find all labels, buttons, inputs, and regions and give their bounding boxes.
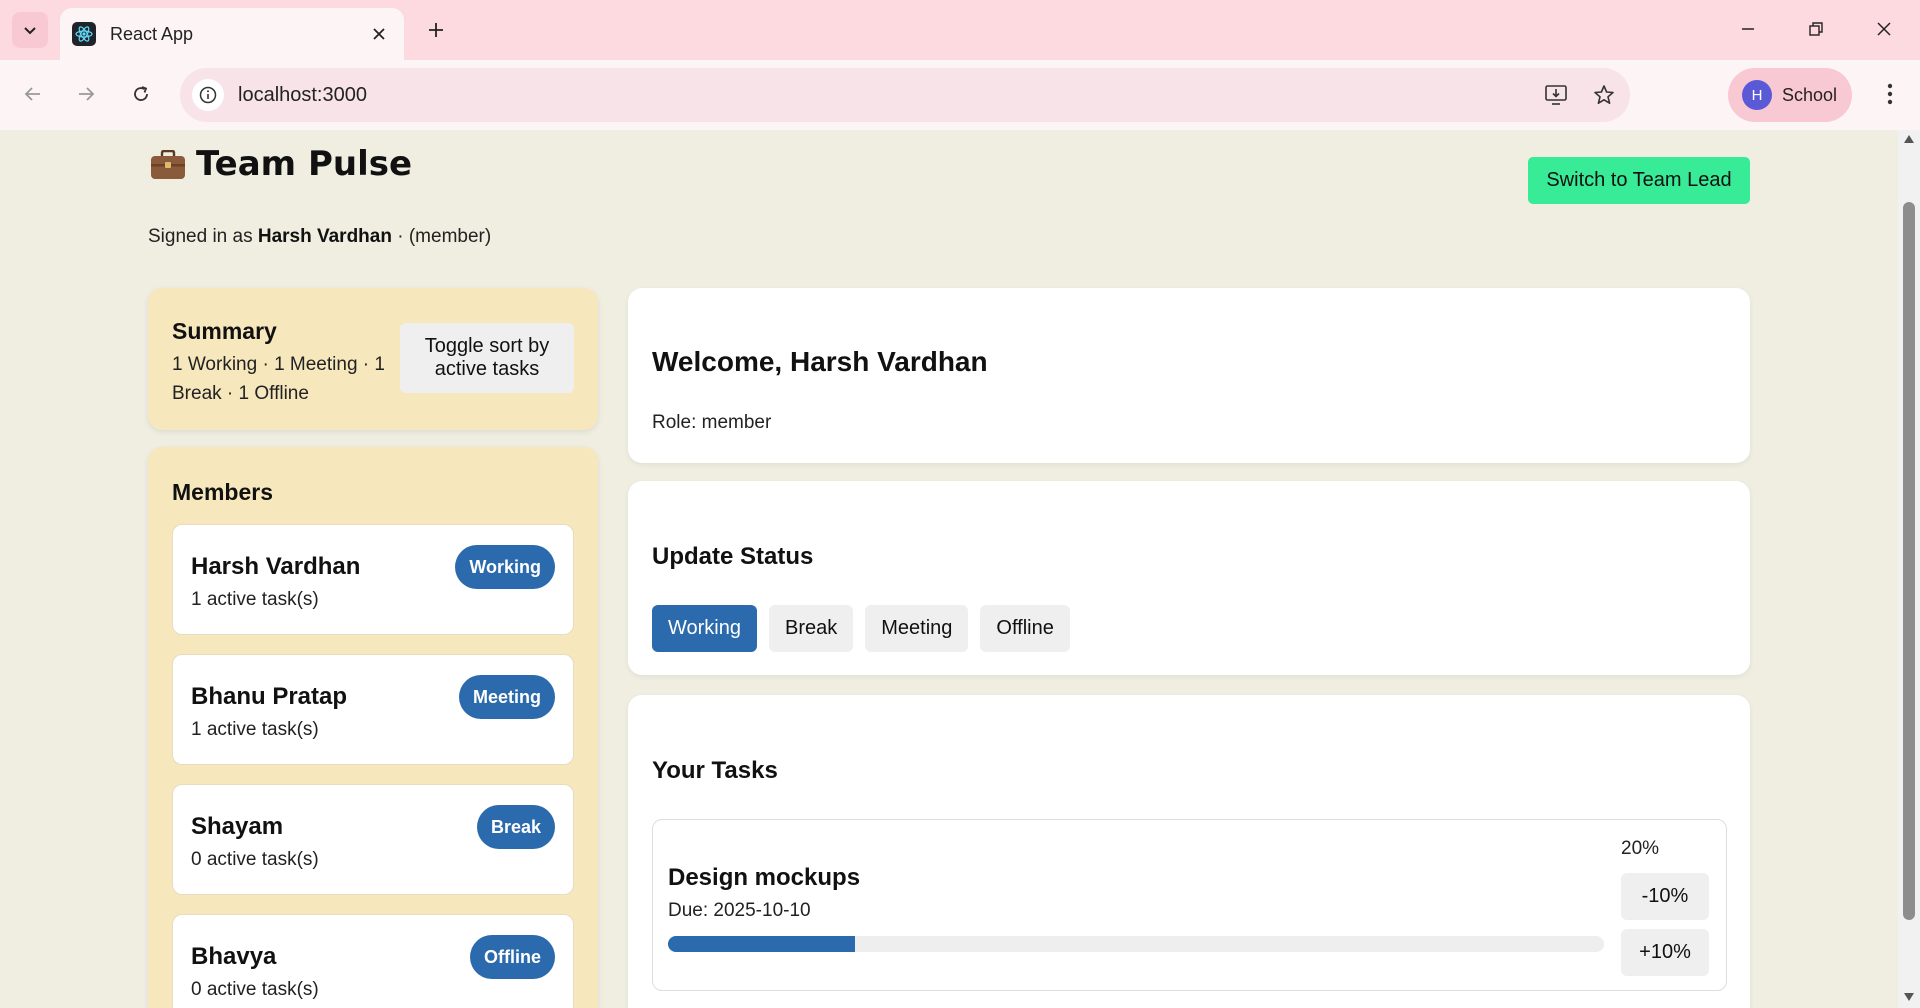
member-card[interactable]: Bhanu Pratap 1 active task(s) Meeting [172, 654, 574, 765]
member-name: Harsh Vardhan [191, 553, 361, 580]
update-status-card: Update Status Working Break Meeting Offl… [628, 481, 1750, 675]
decrease-progress-button[interactable]: -10% [1621, 873, 1709, 920]
member-task-count: 1 active task(s) [191, 719, 319, 740]
summary-title: Summary [172, 318, 277, 344]
summary-card: Summary 1 Working · 1 Meeting · 1 Break … [148, 288, 598, 430]
member-task-count: 0 active task(s) [191, 849, 319, 870]
status-badge: Working [455, 545, 555, 589]
arrow-right-icon [79, 87, 95, 101]
member-task-count: 1 active task(s) [191, 589, 319, 610]
close-icon [1877, 22, 1891, 36]
reload-button[interactable] [121, 74, 161, 114]
minimize-icon [1742, 28, 1754, 30]
task-percent: 20% [1621, 838, 1660, 859]
member-name: Bhavya [191, 943, 277, 970]
tasks-title: Your Tasks [652, 757, 778, 784]
members-title: Members [172, 479, 273, 505]
page-title: Team Pulse [150, 144, 412, 184]
browser-menu-button[interactable] [1870, 74, 1910, 114]
task-name: Design mockups [668, 864, 861, 891]
browser-tab[interactable]: React App [60, 8, 404, 60]
tasks-card: Your Tasks Design mockups Due: 2025-10-1… [628, 695, 1750, 1008]
status-options: Working Break Meeting Offline [652, 605, 1070, 652]
task-progress-fill [668, 936, 856, 952]
member-card[interactable]: Shayam 0 active task(s) Break [172, 784, 574, 895]
tab-title: React App [110, 23, 194, 44]
chevron-down-icon [24, 27, 36, 35]
bookmark-star-icon[interactable] [1582, 73, 1626, 117]
increase-progress-button[interactable]: +10% [1621, 929, 1709, 976]
status-badge: Offline [470, 935, 555, 979]
scroll-down-arrow-icon[interactable] [1898, 992, 1920, 1006]
avatar: H [1742, 80, 1772, 110]
signed-in-user: Harsh Vardhan [257, 226, 392, 247]
task-item: Design mockups Due: 2025-10-10 20% -10% … [652, 819, 1727, 991]
role-text: Role: member [652, 412, 772, 433]
toggle-sort-button[interactable]: Toggle sort by active tasks [400, 323, 574, 393]
forward-button[interactable] [66, 74, 106, 114]
welcome-heading: Welcome, Harsh Vardhan [652, 346, 988, 377]
profile-name: School [1782, 84, 1838, 105]
plus-icon [429, 23, 443, 37]
briefcase-icon [150, 149, 186, 179]
member-name: Bhanu Pratap [191, 683, 348, 710]
member-card[interactable]: Bhavya 0 active task(s) Offline [172, 914, 574, 1008]
scroll-up-arrow-icon[interactable] [1898, 134, 1920, 148]
address-bar[interactable]: localhost:3000 [180, 68, 1630, 122]
summary-text: 1 Working · 1 Meeting · 1 Break · 1 Offl… [172, 354, 385, 404]
signed-in-text: Signed in as Harsh Vardhan · (member) [148, 226, 491, 248]
page-content: Team Pulse Switch to Team Lead Signed in… [0, 130, 1898, 1008]
signed-in-role: · (member) [391, 226, 492, 247]
window-close-button[interactable] [1856, 6, 1912, 52]
member-name: Shayam [191, 813, 284, 840]
site-info-icon[interactable] [192, 79, 224, 111]
scrollbar-thumb[interactable] [1903, 202, 1915, 920]
task-due-date: Due: 2025-10-10 [668, 900, 811, 921]
app-title-text: Team Pulse [196, 144, 413, 184]
page-scrollbar[interactable] [1898, 130, 1920, 1008]
update-status-title: Update Status [652, 543, 814, 570]
restore-icon [1809, 22, 1823, 36]
status-meeting-button[interactable]: Meeting [865, 605, 969, 652]
profile-button[interactable]: H School [1728, 68, 1852, 122]
status-badge: Break [476, 805, 555, 849]
restore-button[interactable] [1788, 6, 1844, 52]
status-break-button[interactable]: Break [769, 605, 854, 652]
browser-toolbar: localhost:3000 H School [0, 60, 1920, 130]
minimize-button[interactable] [1720, 6, 1776, 52]
member-card[interactable]: Harsh Vardhan 1 active task(s) Working [172, 524, 574, 635]
more-vertical-icon [1887, 83, 1893, 105]
status-badge: Meeting [458, 675, 555, 719]
switch-to-team-lead-button[interactable]: Switch to Team Lead [1528, 157, 1750, 204]
welcome-card: Welcome, Harsh Vardhan Role: member [628, 288, 1750, 463]
member-task-count: 0 active task(s) [191, 979, 319, 1000]
reload-icon [134, 86, 148, 101]
status-working-button[interactable]: Working [652, 605, 757, 652]
arrow-left-icon [24, 87, 40, 101]
signed-in-prefix: Signed in as [148, 226, 258, 247]
back-button[interactable] [13, 74, 53, 114]
close-icon [373, 28, 385, 40]
tab-close-button[interactable] [366, 21, 392, 47]
tab-search-button[interactable] [12, 12, 48, 48]
task-progress-bar [668, 936, 1604, 952]
install-app-icon[interactable] [1534, 73, 1578, 117]
status-offline-button[interactable]: Offline [980, 605, 1070, 652]
url-text: localhost:3000 [238, 83, 367, 106]
new-tab-button[interactable] [418, 12, 454, 48]
react-logo-icon [72, 22, 96, 46]
members-card: Members Harsh Vardhan 1 active task(s) W… [148, 447, 598, 1008]
browser-tab-bar: React App [0, 0, 1920, 60]
